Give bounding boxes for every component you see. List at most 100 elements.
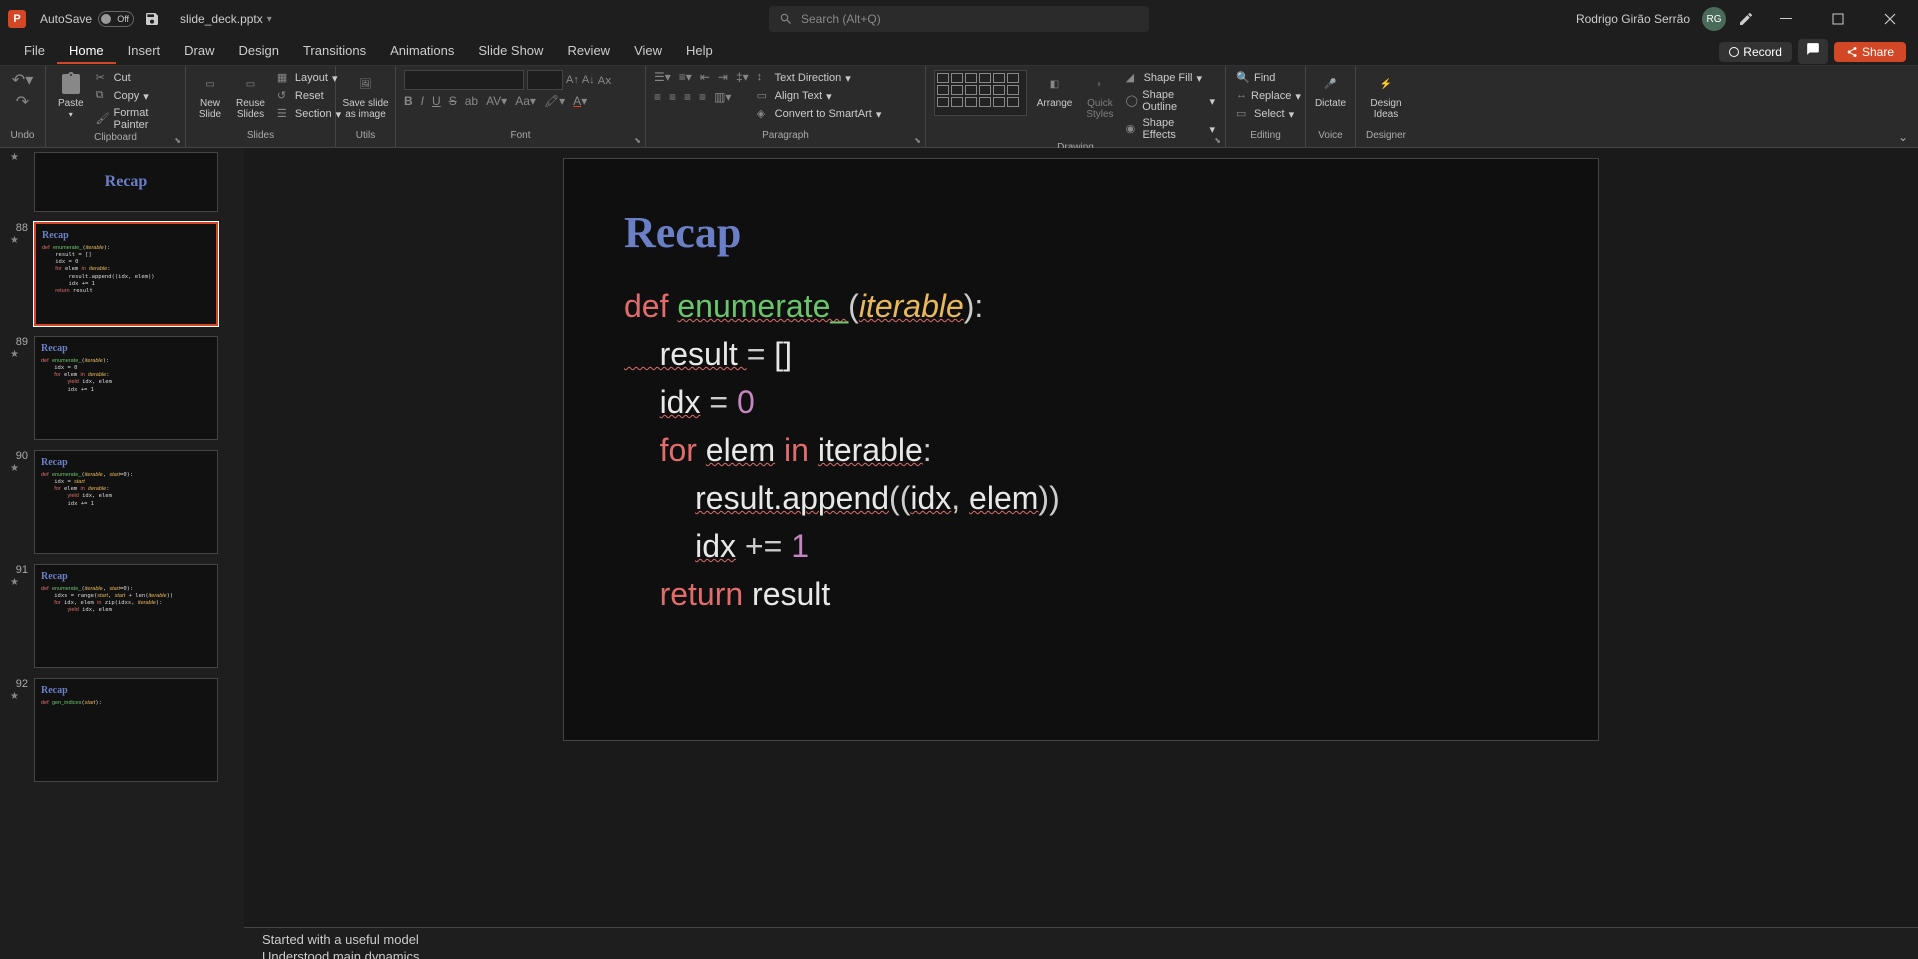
menu-review[interactable]: Review [555, 39, 622, 64]
menu-transitions[interactable]: Transitions [291, 39, 378, 64]
replace-button[interactable]: ↔Replace ▾ [1234, 88, 1297, 104]
decrease-font-icon[interactable]: A↓ [582, 74, 595, 86]
menu-file[interactable]: File [12, 39, 57, 64]
thumbnail-slide[interactable]: Recapdef gen_indices(start): [34, 678, 218, 782]
notes-pane[interactable]: Started with a useful model Understood m… [244, 927, 1918, 959]
quick-styles-button[interactable]: ◐Quick Styles [1082, 70, 1117, 122]
thumbnail-row[interactable]: 92★Recapdef gen_indices(start): [10, 678, 234, 782]
maximize-button[interactable] [1818, 4, 1858, 34]
find-button[interactable]: 🔍Find [1234, 70, 1297, 86]
slide-thumbnails-panel[interactable]: ★Recap 88★Recapdef enumerate_(iterable): … [0, 148, 244, 959]
section-button[interactable]: ☰Section ▾ [275, 106, 343, 122]
align-left-button[interactable]: ≡ [654, 90, 661, 104]
menu-slide-show[interactable]: Slide Show [466, 39, 555, 64]
arrange-button[interactable]: ◧Arrange [1033, 70, 1077, 111]
share-button[interactable]: Share [1834, 42, 1906, 62]
design-ideas-button[interactable]: ⚡Design Ideas [1364, 70, 1408, 122]
thumbnail-slide[interactable]: Recapdef enumerate_(iterable, start=0): … [34, 450, 218, 554]
menu-view[interactable]: View [622, 39, 674, 64]
slide-main[interactable]: Recap def enumerate_(iterable): result =… [563, 158, 1599, 741]
reset-button[interactable]: ↺Reset [275, 88, 343, 104]
pen-icon[interactable] [1738, 11, 1754, 27]
select-button[interactable]: ▭Select ▾ [1234, 106, 1297, 122]
font-color-button[interactable]: A▾ [573, 94, 587, 108]
new-slide-button[interactable]: ▭New Slide [194, 70, 226, 122]
font-name-input[interactable] [404, 70, 524, 90]
thumbnail-row[interactable]: 88★Recapdef enumerate_(iterable): result… [10, 222, 234, 326]
char-spacing-button[interactable]: AV▾ [486, 94, 507, 108]
cut-button[interactable]: ✂Cut [94, 70, 177, 86]
redo-button[interactable]: ↷ [16, 92, 29, 112]
dictate-button[interactable]: 🎤Dictate [1314, 70, 1347, 111]
menubar: FileHomeInsertDrawDesignTransitionsAnima… [0, 38, 1918, 66]
clear-format-icon[interactable]: Aⅹ [598, 74, 612, 87]
menu-animations[interactable]: Animations [378, 39, 466, 64]
numbering-button[interactable]: ≡▾ [679, 70, 692, 84]
align-text-button[interactable]: ▭Align Text ▾ [755, 88, 884, 104]
slide-title[interactable]: Recap [624, 207, 1538, 258]
text-direction-button[interactable]: ↕Text Direction ▾ [755, 70, 884, 86]
save-slide-as-image-button[interactable]: 🖼Save slide as image [344, 70, 387, 122]
slide-code-block[interactable]: def enumerate_(iterable): result = [] id… [624, 282, 1538, 618]
bold-button[interactable]: B [404, 94, 413, 108]
bullets-button[interactable]: ☰▾ [654, 70, 671, 84]
thumbnail-row[interactable]: 91★Recapdef enumerate_(iterable, start=0… [10, 564, 234, 668]
thumbnail-slide[interactable]: Recapdef enumerate_(iterable, start=0): … [34, 564, 218, 668]
strikethrough-button[interactable]: S [449, 94, 457, 108]
copy-button[interactable]: ⧉Copy ▾ [94, 88, 177, 104]
decrease-indent-button[interactable]: ⇤ [700, 70, 710, 84]
paragraph-launcher-icon[interactable]: ⬊ [914, 136, 921, 145]
filename-dropdown-icon[interactable]: ▾ [267, 14, 272, 25]
thumbnail-slide[interactable]: Recap [34, 152, 218, 212]
shadow-button[interactable]: ab [465, 94, 478, 108]
columns-button[interactable]: ▥▾ [714, 90, 731, 104]
thumbnail-slide[interactable]: Recapdef enumerate_(iterable): result = … [34, 222, 218, 326]
increase-font-icon[interactable]: A↑ [566, 74, 579, 86]
avatar[interactable]: RG [1702, 7, 1726, 31]
titlebar: P AutoSave Off slide_deck.pptx ▾ Search … [0, 0, 1918, 38]
thumbnail-slide[interactable]: Recapdef enumerate_(iterable): idx = 0 f… [34, 336, 218, 440]
line-spacing-button[interactable]: ‡▾ [736, 70, 749, 84]
convert-smartart-button[interactable]: ◈Convert to SmartArt ▾ [755, 106, 884, 122]
collapse-ribbon-icon[interactable]: ⌄ [1898, 130, 1908, 144]
font-launcher-icon[interactable]: ⬊ [634, 136, 641, 145]
thumbnail-row[interactable]: 89★Recapdef enumerate_(iterable): idx = … [10, 336, 234, 440]
change-case-button[interactable]: Aa▾ [515, 94, 536, 108]
save-icon[interactable] [144, 11, 160, 27]
increase-indent-button[interactable]: ⇥ [718, 70, 728, 84]
menu-help[interactable]: Help [674, 39, 725, 64]
paste-button[interactable]: Paste▾ [54, 70, 88, 122]
thumbnail-row[interactable]: 90★Recapdef enumerate_(iterable, start=0… [10, 450, 234, 554]
minimize-button[interactable] [1766, 4, 1806, 34]
slide-canvas[interactable]: Recap def enumerate_(iterable): result =… [244, 148, 1918, 927]
filename[interactable]: slide_deck.pptx [180, 12, 263, 26]
menu-draw[interactable]: Draw [172, 39, 226, 64]
menu-home[interactable]: Home [57, 39, 116, 64]
justify-button[interactable]: ≡ [699, 90, 706, 104]
underline-button[interactable]: U [432, 94, 441, 108]
search-input[interactable]: Search (Alt+Q) [769, 6, 1149, 32]
shape-fill-button[interactable]: ◢Shape Fill ▾ [1124, 70, 1217, 86]
comments-button[interactable] [1798, 39, 1828, 64]
menu-insert[interactable]: Insert [116, 39, 173, 64]
align-right-button[interactable]: ≡ [684, 90, 691, 104]
font-size-input[interactable] [527, 70, 563, 90]
shapes-gallery[interactable] [934, 70, 1027, 116]
layout-button[interactable]: ▦Layout ▾ [275, 70, 343, 86]
italic-button[interactable]: I [421, 94, 424, 108]
drawing-launcher-icon[interactable]: ⬊ [1214, 136, 1221, 145]
highlight-button[interactable]: 🖍▾ [544, 94, 565, 108]
clipboard-launcher-icon[interactable]: ⬊ [174, 136, 181, 145]
thumbnail-row[interactable]: ★Recap [10, 152, 234, 212]
format-painter-button[interactable]: 🖌Format Painter [94, 106, 177, 132]
shape-outline-button[interactable]: ◯Shape Outline ▾ [1124, 88, 1217, 114]
close-button[interactable] [1870, 4, 1910, 34]
shape-effects-button[interactable]: ◉Shape Effects ▾ [1124, 116, 1217, 142]
username[interactable]: Rodrigo Girão Serrão [1576, 12, 1690, 26]
reuse-slides-button[interactable]: ▭Reuse Slides [232, 70, 269, 122]
undo-button[interactable]: ↶▾ [12, 70, 33, 90]
menu-design[interactable]: Design [227, 39, 291, 64]
record-button[interactable]: Record [1719, 42, 1792, 62]
align-center-button[interactable]: ≡ [669, 90, 676, 104]
autosave-toggle[interactable]: Off [98, 11, 134, 27]
